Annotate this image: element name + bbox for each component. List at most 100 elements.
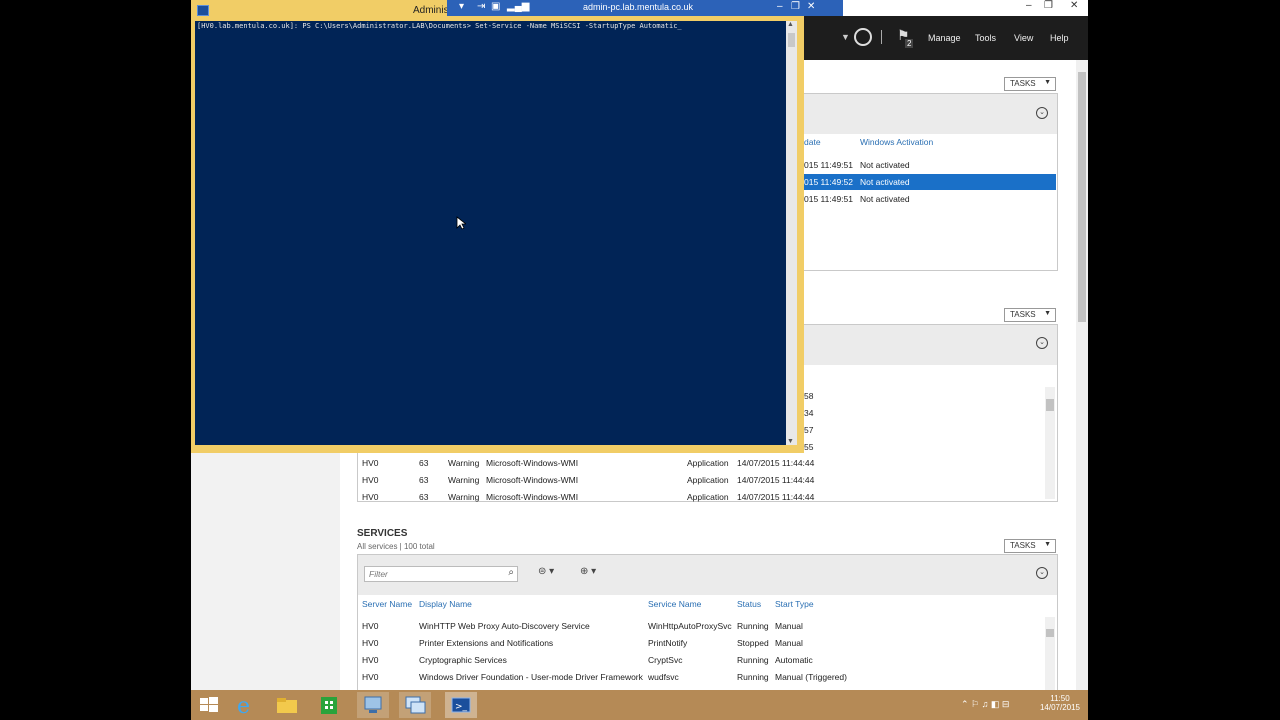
service-status[interactable]: Running: [737, 672, 769, 682]
service-server[interactable]: HV0: [362, 672, 379, 682]
service-display[interactable]: Printer Extensions and Notifications: [419, 638, 553, 648]
page-scrollbar[interactable]: [1076, 60, 1088, 690]
chevron-down-icon[interactable]: ▾: [459, 1, 464, 12]
events-scrollbar[interactable]: [1045, 387, 1055, 499]
service-display[interactable]: Cryptographic Services: [419, 655, 507, 665]
scrollbar-thumb[interactable]: [788, 33, 795, 47]
powershell-taskbar-icon[interactable]: >_: [445, 692, 477, 718]
event-server[interactable]: HV0: [362, 475, 379, 485]
event-partial-cell: 55: [804, 442, 814, 452]
service-start-type[interactable]: Automatic: [775, 655, 813, 665]
services-filter-input[interactable]: Filter ⌕: [364, 566, 518, 582]
event-server[interactable]: HV0: [362, 492, 379, 502]
service-server[interactable]: HV0: [362, 655, 379, 665]
event-id[interactable]: 63: [419, 492, 428, 502]
service-status[interactable]: Running: [737, 621, 769, 631]
clock[interactable]: 11:50 14/07/2015: [1040, 694, 1080, 712]
expand-icon[interactable]: ⌄: [1036, 337, 1048, 349]
remote-desktop-connection-bar[interactable]: ▾ ⇥ ▣ ▂▄▆ admin-pc.lab.mentula.co.uk – ❐…: [447, 0, 843, 16]
scrollbar-thumb[interactable]: [1078, 72, 1086, 322]
menu-manage[interactable]: Manage: [928, 33, 961, 43]
event-severity[interactable]: Warning: [448, 492, 479, 502]
minimize-icon[interactable]: –: [1026, 0, 1032, 11]
event-id[interactable]: 63: [419, 475, 428, 485]
column-start-type[interactable]: Start Type: [775, 599, 814, 609]
column-server-name[interactable]: Server Name: [362, 599, 412, 609]
event-log[interactable]: Application: [687, 458, 729, 468]
event-date[interactable]: 14/07/2015 11:44:44: [737, 475, 814, 485]
server-row-selected[interactable]: 015 11:49:52 Not activated: [804, 174, 1056, 190]
menu-tools[interactable]: Tools: [975, 33, 996, 43]
powershell-command-line[interactable]: [HV0.lab.mentula.co.uk]: PS C:\Users\Adm…: [197, 22, 682, 30]
expand-icon[interactable]: ⌄: [1036, 567, 1048, 579]
tray-icons[interactable]: ⌃ ⚐ ♫ ◧ ⊟: [961, 699, 1009, 710]
event-source[interactable]: Microsoft-Windows-WMI: [486, 492, 578, 502]
service-name[interactable]: wudfsvc: [648, 672, 679, 682]
server-row-activation[interactable]: Not activated: [860, 194, 910, 204]
list-view-options-icon[interactable]: ⊜ ▾: [538, 566, 554, 577]
minimize-icon[interactable]: –: [777, 1, 783, 12]
service-server[interactable]: HV0: [362, 638, 379, 648]
lock-icon[interactable]: ▣: [491, 1, 500, 12]
service-start-type[interactable]: Manual: [775, 638, 803, 648]
start-button[interactable]: [193, 692, 225, 718]
service-display[interactable]: Windows Driver Foundation - User-mode Dr…: [419, 672, 643, 682]
maximize-icon[interactable]: ❐: [1044, 0, 1053, 11]
service-name[interactable]: WinHttpAutoProxySvc: [648, 621, 732, 631]
tasks-button-servers[interactable]: TASKS ▼: [1004, 77, 1056, 91]
console-scrollbar[interactable]: ▲ ▼: [786, 21, 797, 445]
pin-icon[interactable]: ⇥: [477, 1, 485, 12]
scroll-up-icon[interactable]: ▲: [787, 21, 794, 28]
service-start-type[interactable]: Manual: [775, 621, 803, 631]
close-icon[interactable]: ✕: [1070, 0, 1078, 11]
server-row-activation[interactable]: Not activated: [860, 160, 910, 170]
expand-icon[interactable]: ⌄: [1036, 107, 1048, 119]
chevron-down-icon[interactable]: ▼: [841, 32, 850, 42]
service-name[interactable]: CryptSvc: [648, 655, 682, 665]
scrollbar-thumb[interactable]: [1046, 629, 1054, 637]
server-manager-taskbar-icon[interactable]: [357, 692, 389, 718]
save-query-icon[interactable]: ⊕ ▾: [580, 566, 596, 577]
store-icon[interactable]: [313, 692, 345, 718]
close-icon[interactable]: ✕: [807, 1, 815, 12]
service-start-type[interactable]: Manual (Triggered): [775, 672, 847, 682]
restore-icon[interactable]: ❐: [791, 1, 800, 12]
event-date[interactable]: 14/07/2015 11:44:44: [737, 492, 814, 502]
remote-desktop-taskbar-icon[interactable]: [399, 692, 431, 718]
scrollbar-thumb[interactable]: [1046, 399, 1054, 411]
service-status[interactable]: Running: [737, 655, 769, 665]
column-display-name[interactable]: Display Name: [419, 599, 472, 609]
service-name[interactable]: PrintNotify: [648, 638, 687, 648]
event-server[interactable]: HV0: [362, 458, 379, 468]
window-controls: – ❐ ✕: [1020, 0, 1088, 16]
service-server[interactable]: HV0: [362, 621, 379, 631]
column-date[interactable]: date: [804, 137, 821, 147]
event-severity[interactable]: Warning: [448, 475, 479, 485]
event-date[interactable]: 14/07/2015 11:44:44: [737, 458, 814, 468]
column-windows-activation[interactable]: Windows Activation: [860, 137, 933, 147]
event-id[interactable]: 63: [419, 458, 428, 468]
column-status[interactable]: Status: [737, 599, 761, 609]
column-service-name[interactable]: Service Name: [648, 599, 701, 609]
server-row-date[interactable]: 015 11:49:51: [804, 160, 853, 170]
refresh-icon[interactable]: [854, 28, 872, 46]
service-status[interactable]: Stopped: [737, 638, 769, 648]
powershell-console[interactable]: [195, 21, 786, 445]
search-icon[interactable]: ⌕: [508, 567, 514, 578]
scroll-down-icon[interactable]: ▼: [787, 438, 794, 445]
file-explorer-icon[interactable]: [271, 692, 303, 718]
internet-explorer-icon[interactable]: e: [229, 692, 261, 719]
signal-icon: ▂▄▆: [507, 1, 530, 12]
menu-view[interactable]: View: [1014, 33, 1033, 43]
event-source[interactable]: Microsoft-Windows-WMI: [486, 458, 578, 468]
service-display[interactable]: WinHTTP Web Proxy Auto-Discovery Service: [419, 621, 590, 631]
tasks-button-services[interactable]: TASKS ▼: [1004, 539, 1056, 553]
server-row-date[interactable]: 015 11:49:51: [804, 194, 853, 204]
tasks-button-events[interactable]: TASKS ▼: [1004, 308, 1056, 322]
services-scrollbar[interactable]: [1045, 617, 1055, 693]
event-severity[interactable]: Warning: [448, 458, 479, 468]
event-source[interactable]: Microsoft-Windows-WMI: [486, 475, 578, 485]
event-log[interactable]: Application: [687, 492, 729, 502]
event-log[interactable]: Application: [687, 475, 729, 485]
menu-help[interactable]: Help: [1050, 33, 1069, 43]
